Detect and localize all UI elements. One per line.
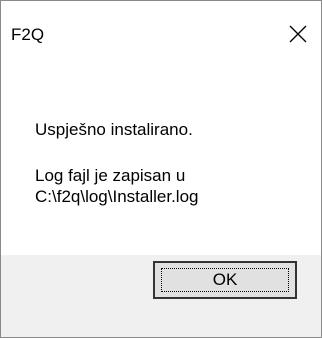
message-area: Uspješno instalirano. Log fajl je zapisa… bbox=[1, 67, 321, 255]
close-icon bbox=[289, 25, 307, 43]
log-path-text: C:\f2q\log\Installer.log bbox=[35, 187, 199, 206]
close-button[interactable] bbox=[275, 15, 321, 53]
title-bar[interactable]: F2Q bbox=[1, 1, 321, 67]
message-box-window: F2Q Uspješno instalirano. Log fajl je za… bbox=[0, 0, 322, 338]
log-message-line: Log fajl je zapisan u bbox=[35, 166, 186, 185]
ok-button[interactable]: OK bbox=[153, 261, 297, 299]
ok-button-label: OK bbox=[161, 268, 289, 292]
success-message: Uspješno instalirano. bbox=[35, 120, 193, 139]
window-title: F2Q bbox=[11, 25, 45, 44]
button-bar: OK bbox=[1, 255, 321, 337]
